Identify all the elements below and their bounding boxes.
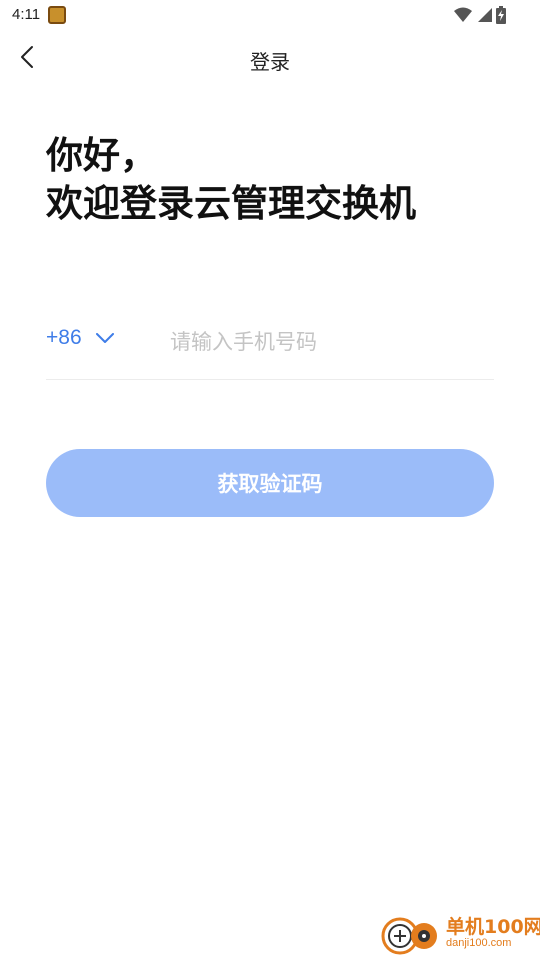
status-time: 4:11: [12, 6, 41, 23]
login-screen: 4:11 登录 你好， 欢迎登录云管理交换机 +86 请输入手机号码 获取验证码…: [0, 0, 540, 960]
chevron-down-icon: [95, 329, 114, 348]
nav-bar: 登录: [0, 30, 540, 88]
get-code-button[interactable]: 获取验证码: [46, 449, 494, 517]
phone-number-input[interactable]: [170, 324, 490, 360]
phone-input-row: +86: [46, 316, 494, 380]
wifi-icon: [454, 7, 472, 27]
signal-icon: [476, 7, 492, 27]
greeting-line-1: 你好，: [46, 134, 157, 177]
country-code-selector[interactable]: +86: [46, 326, 114, 350]
status-bar: 4:11: [0, 0, 540, 30]
page-title: 登录: [250, 50, 290, 74]
status-icons: [454, 6, 506, 28]
country-code-label: +86: [46, 326, 82, 349]
greeting-heading: 你好， 欢迎登录云管理交换机: [46, 132, 416, 228]
watermark-domain: danji100.com: [446, 937, 512, 949]
watermark-logo-icon: [380, 912, 442, 956]
app-notification-icon: [48, 6, 66, 24]
greeting-line-2: 欢迎登录云管理交换机: [46, 182, 416, 225]
watermark-name: 单机100网: [446, 916, 540, 938]
battery-charging-icon: [496, 6, 506, 28]
watermark: 单机100网 danji100.com: [380, 910, 540, 960]
